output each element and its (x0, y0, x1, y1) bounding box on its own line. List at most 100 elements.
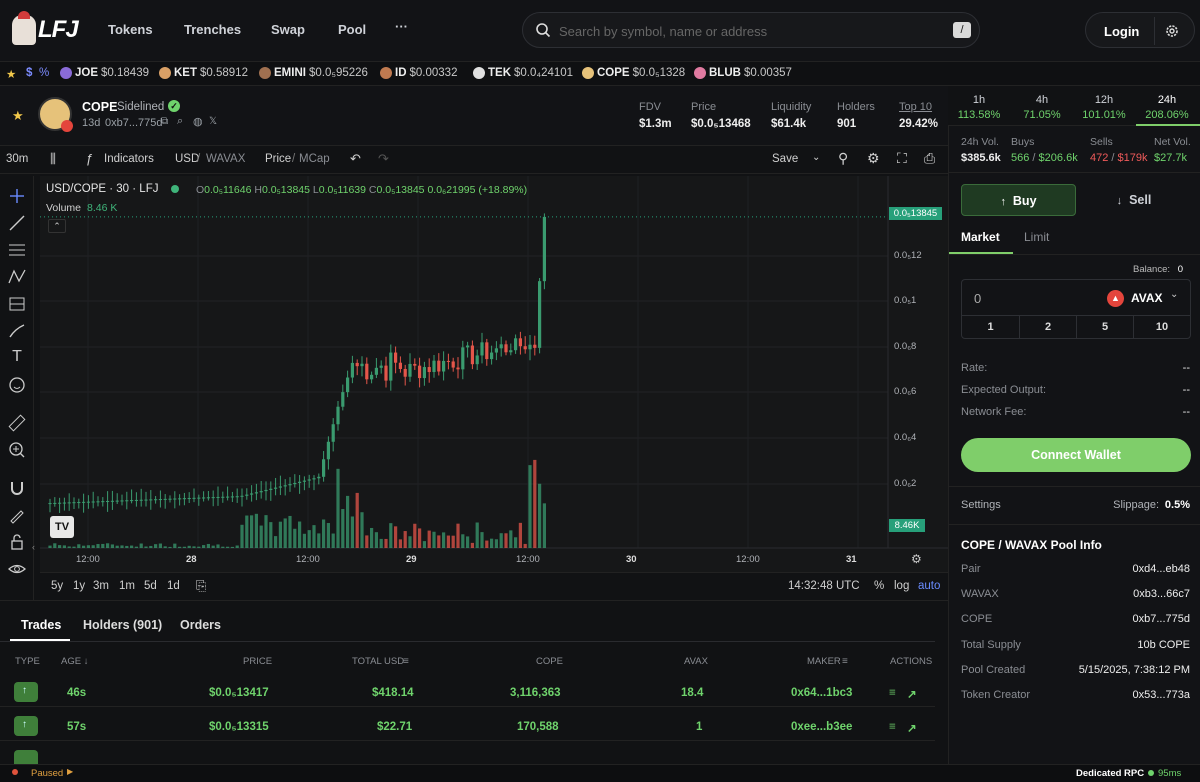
zoom-in-icon[interactable] (7, 440, 27, 460)
interval-select[interactable]: 30m (6, 153, 28, 165)
ruler-icon[interactable] (7, 413, 27, 433)
pool-cope-value[interactable]: 0xb7...775d (1133, 613, 1191, 625)
table-row[interactable]: ↑ 46s $0.0₅13417 $418.14 3,116,363 18.4 … (0, 677, 935, 707)
ticker-item[interactable]: TEK $0.0₄24101 (473, 67, 573, 79)
connect-wallet-button[interactable]: Connect Wallet (961, 438, 1191, 472)
percent-toggle[interactable]: % (39, 67, 49, 79)
tab-24h[interactable]: 24h 208.06% (1137, 94, 1197, 121)
lock-draw-icon[interactable] (7, 505, 27, 525)
percent-scale-toggle[interactable]: % (874, 580, 884, 592)
filter-icon[interactable]: ≡ (889, 721, 896, 733)
quick-amount-1[interactable]: 1 (962, 315, 1019, 339)
favorite-star-icon[interactable]: ★ (12, 108, 24, 124)
trend-line-icon[interactable] (7, 213, 27, 233)
pattern-icon[interactable] (7, 267, 27, 287)
external-link-icon[interactable]: ↗ (907, 687, 917, 701)
x-twitter-icon[interactable]: 𝕏 (209, 116, 217, 127)
fib-icon[interactable] (7, 294, 27, 314)
log-scale-toggle[interactable]: log (894, 580, 909, 592)
emoji-icon[interactable] (7, 375, 27, 395)
chevron-down-icon[interactable]: ⌄ (812, 152, 820, 163)
wavax-toggle[interactable]: WAVAX (206, 153, 245, 165)
undo-icon[interactable]: ↶ (350, 151, 361, 167)
magnet-icon[interactable] (7, 478, 27, 498)
token-creator-value[interactable]: 0x53...773a (1133, 689, 1191, 701)
tab-orders[interactable]: Orders (180, 618, 221, 632)
play-icon[interactable]: ▶ (67, 767, 73, 776)
nav-tokens[interactable]: Tokens (108, 22, 153, 37)
stat-top10[interactable]: Top 10 29.42% (899, 101, 938, 130)
range-5d[interactable]: 5d (144, 580, 157, 592)
chart-settings-icon[interactable]: ⚙ (911, 552, 922, 566)
quick-amount-2[interactable]: 2 (1019, 315, 1076, 339)
ticker-item[interactable]: KET $0.58912 (159, 67, 248, 79)
paused-status[interactable]: Paused (31, 768, 63, 779)
quick-amount-10[interactable]: 10 (1133, 315, 1190, 339)
slippage-value[interactable]: 0.5% (1165, 499, 1190, 511)
login-button[interactable]: Login (1104, 24, 1139, 39)
filter-icon[interactable]: ≡ (842, 656, 848, 667)
copy-icon[interactable]: ⧉ (161, 116, 168, 127)
crosshair-icon[interactable] (7, 186, 27, 206)
globe-icon[interactable]: ◍ (193, 115, 203, 128)
star-icon[interactable]: ★ (6, 67, 16, 81)
nav-swap[interactable]: Swap (271, 22, 305, 37)
horizontal-lines-icon[interactable] (7, 240, 27, 260)
collapse-rail-icon[interactable]: ‹ (32, 542, 35, 552)
settings-gear-icon[interactable] (1164, 23, 1180, 39)
quick-search-icon[interactable]: ⚲ (838, 150, 848, 167)
quick-amount-5[interactable]: 5 (1076, 315, 1133, 339)
amount-input[interactable]: 0 (974, 291, 981, 306)
tradingview-logo-icon[interactable]: TV (50, 516, 74, 538)
fullscreen-icon[interactable]: ⛶ (897, 150, 907, 167)
ticker-item[interactable]: EMINI $0.0₅95226 (259, 67, 368, 79)
ticker-item[interactable]: ID $0.00332 (380, 67, 457, 79)
buy-tab[interactable]: ↑ Buy (961, 184, 1076, 216)
collapse-legend-icon[interactable]: ⌃ (48, 219, 66, 233)
filter-icon[interactable]: ≡ (403, 656, 409, 667)
col-age[interactable]: AGE ↓ (61, 656, 88, 667)
external-link-icon[interactable]: ↗ (907, 721, 917, 735)
ticker-item[interactable]: BLUB $0.00357 (694, 67, 792, 79)
save-button[interactable]: Save (772, 153, 798, 165)
range-3m[interactable]: 3m (93, 580, 109, 592)
ticker-item[interactable]: COPE $0.0₅1328 (582, 67, 685, 79)
search-input[interactable] (559, 21, 939, 41)
nav-more-icon[interactable]: ··· (395, 19, 408, 34)
sell-tab[interactable]: ↓ Sell (1077, 184, 1191, 216)
mcap-toggle[interactable]: MCap (299, 153, 330, 165)
date-range-icon[interactable]: ⎘ (196, 578, 206, 594)
limit-tab[interactable]: Limit (1024, 230, 1049, 244)
candle-type-icon[interactable]: ⫼ (50, 151, 56, 167)
indicators-icon[interactable]: ƒ (86, 151, 93, 166)
pool-wavax-value[interactable]: 0xb3...66c7 (1133, 588, 1190, 600)
tab-1h[interactable]: 1h 113.58% (949, 94, 1009, 121)
nav-pool[interactable]: Pool (338, 22, 366, 37)
tab-4h[interactable]: 4h 71.05% (1012, 94, 1072, 121)
lock-icon[interactable] (7, 532, 27, 552)
asset-select[interactable]: AVAX (1131, 291, 1163, 305)
lfj-logo[interactable]: LFJ (12, 11, 80, 46)
tab-trades[interactable]: Trades (21, 618, 61, 632)
table-row[interactable]: ↑ 57s $0.0₅13315 $22.71 170,588 1 0xee..… (0, 711, 935, 741)
redo-icon[interactable]: ↷ (378, 151, 389, 167)
brush-icon[interactable] (7, 321, 27, 341)
tab-12h[interactable]: 12h 101.01% (1074, 94, 1134, 121)
price-chart[interactable]: USD/COPE · 30 · LFJ O0.0₅11646 H0.0₅1384… (40, 176, 948, 572)
range-1y[interactable]: 1y (73, 580, 85, 592)
auto-scale-toggle[interactable]: auto (918, 580, 940, 592)
token-address[interactable]: 0xb7...775d (105, 117, 163, 129)
settings-icon[interactable]: ⚙ (867, 150, 880, 167)
chevron-down-icon[interactable]: ⌄ (1170, 289, 1178, 300)
text-tool-icon[interactable]: T (7, 348, 27, 368)
market-tab[interactable]: Market (961, 230, 1000, 244)
settings-link[interactable]: Settings (961, 499, 1001, 511)
nav-trenches[interactable]: Trenches (184, 22, 241, 37)
range-1d[interactable]: 1d (167, 580, 180, 592)
price-toggle[interactable]: Price (265, 153, 291, 165)
utc-clock[interactable]: 14:32:48 UTC (788, 580, 860, 592)
pool-pair-value[interactable]: 0xd4...eb48 (1133, 563, 1191, 575)
eye-icon[interactable] (7, 559, 27, 579)
range-1m[interactable]: 1m (119, 580, 135, 592)
usd-toggle[interactable]: USD (175, 153, 199, 165)
